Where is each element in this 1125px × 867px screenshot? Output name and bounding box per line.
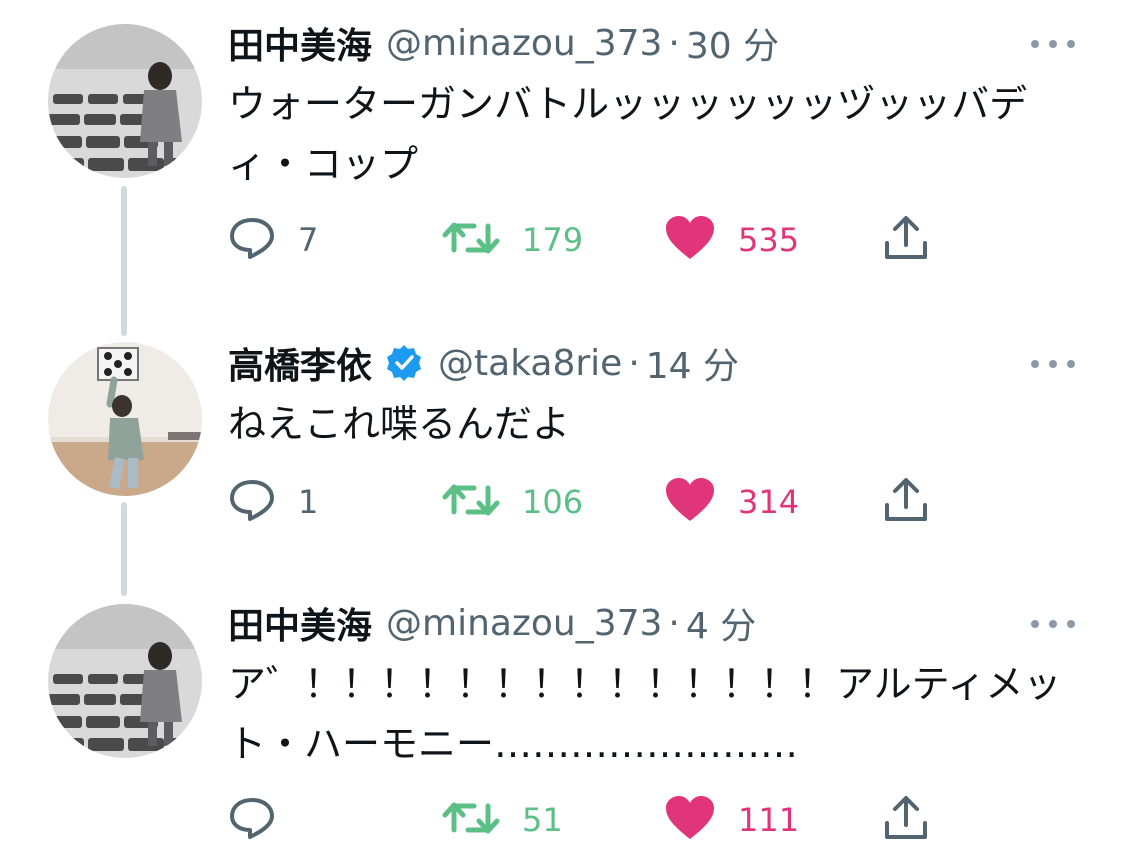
heart-icon: [664, 477, 716, 527]
more-dots-icon[interactable]: [1031, 612, 1075, 636]
retweet-button[interactable]: 179: [442, 210, 583, 270]
more-dots-icon[interactable]: [1031, 352, 1075, 376]
timestamp[interactable]: 4 分: [686, 597, 756, 649]
share-upload-icon: [882, 795, 930, 845]
author-name[interactable]: 田中美海: [228, 597, 372, 649]
reply-button[interactable]: [228, 790, 298, 850]
tweet-actions: 1 106 314: [228, 472, 948, 532]
like-button[interactable]: 111: [664, 790, 799, 850]
author-handle[interactable]: @minazou_373: [386, 23, 662, 64]
dot-separator: ·: [668, 22, 680, 64]
share-button[interactable]: [882, 790, 930, 850]
retweet-button[interactable]: 106: [442, 472, 583, 532]
avatar[interactable]: [48, 24, 202, 178]
reply-bubble-icon: [228, 478, 276, 526]
retweet-count: 51: [522, 801, 563, 839]
tweet-thread: 田中美海 @minazou_373 · 30 分 ウォーターガンバトルッッッッッ…: [0, 0, 1125, 867]
tweet[interactable]: 田中美海 @minazou_373 · 30 分 ウォーターガンバトルッッッッッ…: [0, 0, 1125, 300]
tweet-header: 田中美海 @minazou_373 · 4 分: [228, 598, 1085, 648]
heart-icon: [664, 795, 716, 845]
reply-button[interactable]: 7: [228, 210, 318, 270]
tweet-header: 高橋李依 @taka8rie · 14 分: [228, 338, 1085, 388]
share-upload-icon: [882, 477, 930, 527]
avatar[interactable]: [48, 342, 202, 496]
retweet-count: 179: [522, 221, 584, 259]
retweet-button[interactable]: 51: [442, 790, 563, 850]
tweet[interactable]: 高橋李依 @taka8rie · 14 分 ねえこれ喋るんだよ 1 106 31…: [0, 320, 1125, 580]
like-count: 314: [738, 483, 800, 521]
reply-button[interactable]: 1: [228, 472, 318, 532]
avatar[interactable]: [48, 604, 202, 758]
heart-icon: [664, 215, 716, 265]
reply-bubble-icon: [228, 216, 276, 264]
more-dots-icon[interactable]: [1031, 32, 1075, 56]
tweet-text: ウォーターガンバトルッッッッッッヅッッバディ・コップ: [228, 82, 1028, 186]
tweet-actions: 7 179 535: [228, 210, 948, 270]
retweet-arrows-icon: [442, 796, 500, 844]
retweet-count: 106: [522, 483, 584, 521]
like-count: 111: [738, 801, 800, 839]
reply-count: 7: [298, 221, 319, 259]
author-name[interactable]: 田中美海: [228, 17, 372, 69]
retweet-arrows-icon: [442, 216, 500, 264]
verified-badge-icon: [384, 343, 424, 383]
timestamp[interactable]: 14 分: [646, 337, 739, 389]
timestamp[interactable]: 30 分: [686, 17, 779, 69]
tweet-text: ア゛！！！！！！！！！！！！！！アルティメット・ハーモニー……………………: [228, 662, 1062, 766]
dot-separator: ·: [668, 602, 680, 644]
retweet-arrows-icon: [442, 478, 500, 526]
dot-separator: ·: [628, 342, 640, 384]
tweet-actions: 51 111: [228, 790, 948, 850]
author-handle[interactable]: @taka8rie: [438, 343, 622, 384]
reply-count: 1: [298, 483, 319, 521]
author-handle[interactable]: @minazou_373: [386, 603, 662, 644]
like-button[interactable]: 314: [664, 472, 799, 532]
tweet-header: 田中美海 @minazou_373 · 30 分: [228, 18, 1085, 68]
tweet[interactable]: 田中美海 @minazou_373 · 4 分 ア゛！！！！！！！！！！！！！！…: [0, 580, 1125, 867]
tweet-text: ねえこれ喋るんだよ: [228, 402, 571, 446]
author-name[interactable]: 高橋李依: [228, 337, 372, 389]
share-button[interactable]: [882, 210, 930, 270]
like-button[interactable]: 535: [664, 210, 799, 270]
share-button[interactable]: [882, 472, 930, 532]
share-upload-icon: [882, 215, 930, 265]
like-count: 535: [738, 221, 800, 259]
reply-bubble-icon: [228, 796, 276, 844]
